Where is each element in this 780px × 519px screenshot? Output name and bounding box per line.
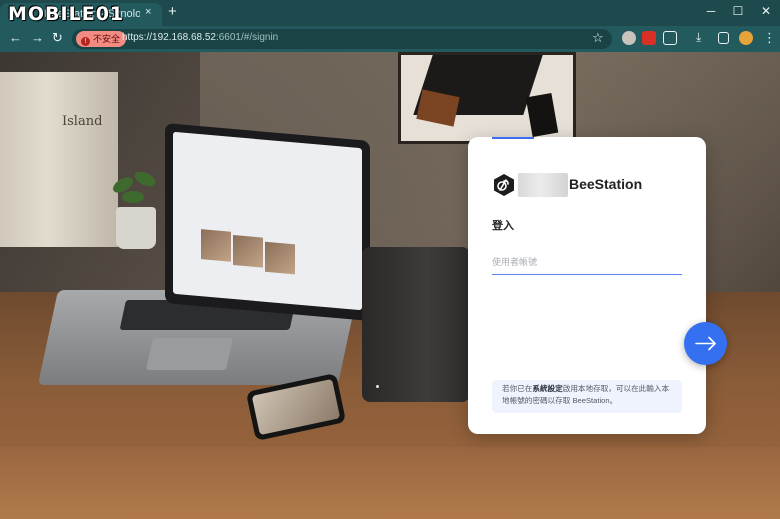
browser-tab-strip: MOBILE01 BeeStation - Synology × + ─ ☐ ✕ bbox=[0, 0, 780, 26]
laptop-trackpad bbox=[146, 338, 233, 370]
close-window-button[interactable]: ✕ bbox=[759, 4, 773, 18]
security-label: 不安全 bbox=[93, 34, 121, 44]
plant bbox=[108, 167, 163, 249]
new-tab-button[interactable]: + bbox=[168, 3, 177, 20]
browser-toolbar: ← → ↻ ! 不安全 https://192.168.68.52:6601/#/… bbox=[0, 26, 780, 52]
watermark: MOBILE01 bbox=[8, 3, 125, 25]
address-bar[interactable]: ! 不安全 https://192.168.68.52:6601/#/signin… bbox=[72, 29, 612, 49]
star-icon[interactable]: ☆ bbox=[592, 30, 604, 46]
login-card: BeeStation 登入 若你已在系統設定啟用本地存取，可以在此輸入本地帳號的… bbox=[468, 137, 706, 434]
leaf bbox=[122, 191, 144, 203]
local-access-notice: 若你已在系統設定啟用本地存取，可以在此輸入本地帳號的密碼以存取 BeeStati… bbox=[492, 380, 682, 413]
laptop-screen bbox=[165, 123, 370, 321]
leaf bbox=[132, 168, 158, 190]
url-origin: https://192.168.68.52 bbox=[122, 32, 216, 43]
system-settings-link: 系統設定 bbox=[532, 384, 563, 393]
desk-edge bbox=[0, 447, 780, 519]
book-title: Island bbox=[62, 114, 103, 129]
photo-thumb bbox=[233, 234, 263, 268]
wall-art bbox=[398, 52, 576, 144]
menu-icon[interactable]: ⋮ bbox=[763, 30, 776, 46]
warning-icon: ! bbox=[81, 37, 90, 46]
beestation-logo-icon bbox=[494, 174, 514, 196]
nas-device bbox=[362, 247, 470, 402]
download-icon[interactable]: ⤓ bbox=[696, 30, 701, 45]
art-shape bbox=[416, 89, 460, 127]
forward-button[interactable]: → bbox=[31, 30, 44, 45]
page-title: 登入 bbox=[492, 220, 514, 232]
books: Island bbox=[0, 72, 118, 247]
back-button[interactable]: ← bbox=[9, 30, 22, 45]
photo-thumb bbox=[201, 229, 231, 262]
security-badge[interactable]: ! 不安全 bbox=[76, 31, 127, 47]
reload-button[interactable]: ↻ bbox=[52, 30, 63, 46]
sidepanel-icon[interactable] bbox=[718, 32, 729, 44]
url-path: :6601/#/signin bbox=[215, 32, 279, 43]
avatar[interactable] bbox=[739, 31, 753, 45]
extension-icon[interactable] bbox=[622, 31, 636, 45]
laptop-display bbox=[173, 131, 362, 311]
username-input[interactable] bbox=[492, 249, 682, 275]
progress-indicator bbox=[492, 137, 534, 139]
notice-text-pre: 若你已在 bbox=[502, 384, 533, 393]
nas-led bbox=[376, 385, 379, 388]
brand-name: BeeStation bbox=[569, 176, 643, 192]
tab-close-icon[interactable]: × bbox=[145, 6, 151, 18]
blurred-brand-text bbox=[518, 173, 568, 197]
photo-thumb bbox=[265, 241, 295, 275]
minimize-button[interactable]: ─ bbox=[704, 4, 718, 18]
arrow-right-icon bbox=[695, 336, 716, 351]
maximize-button[interactable]: ☐ bbox=[731, 4, 745, 18]
url-text[interactable]: https://192.168.68.52:6601/#/signin bbox=[122, 32, 278, 43]
next-button[interactable] bbox=[684, 322, 727, 365]
pdf-extension-icon[interactable] bbox=[642, 31, 656, 45]
art-shape bbox=[525, 93, 559, 137]
puzzle-icon[interactable] bbox=[663, 31, 677, 45]
plant-pot bbox=[116, 207, 156, 249]
